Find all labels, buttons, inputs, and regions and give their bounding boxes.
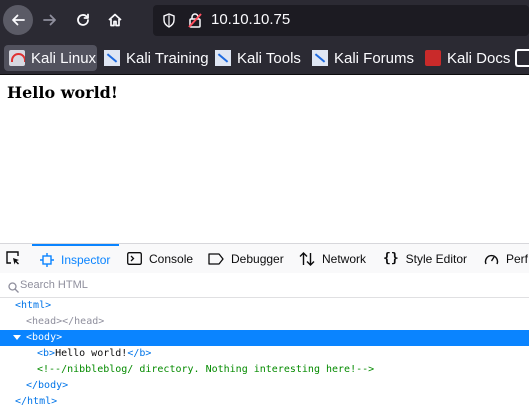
console-icon [127, 252, 142, 265]
bookmark-kali-forums[interactable]: Kali Forums [307, 45, 414, 71]
url-bar[interactable]: 10.10.10.75 [153, 5, 529, 36]
bookmark-label: Kali Forums [334, 49, 415, 67]
search-icon [8, 278, 19, 297]
docs-icon [425, 50, 441, 66]
tree-node-html-close[interactable]: </html> [0, 394, 529, 410]
bookmark-tile-icon [312, 50, 328, 66]
reload-icon [77, 13, 89, 26]
bookmarks-toolbar: Kali Linux Kali Training Kali Tools Kali… [0, 41, 529, 75]
bookmark-label: Kali Docs [447, 49, 511, 67]
bookmark-tile-icon [104, 50, 120, 66]
performance-icon [484, 252, 499, 266]
html-search-bar [0, 273, 529, 298]
tab-inspector[interactable]: Inspector [32, 244, 119, 273]
url-text[interactable]: 10.10.10.75 [211, 11, 290, 28]
tree-node-comment[interactable]: <!--/nibbleblog/ directory. Nothing inte… [0, 362, 529, 378]
tag-text: <body> [26, 332, 63, 343]
tag-text: </html> [15, 396, 58, 407]
tag-text: <head></head> [26, 316, 105, 327]
bookmark-label: Kali Training [126, 49, 209, 67]
tab-console[interactable]: Console [127, 244, 193, 273]
bookmark-kali-linux[interactable]: Kali Linux [4, 45, 97, 71]
bookmark-kali-docs[interactable]: Kali Docs [420, 45, 510, 71]
tracking-protection-shield-icon[interactable] [162, 13, 176, 32]
tab-performance[interactable]: Perf [484, 244, 528, 273]
page-heading: Hello world! [7, 83, 118, 102]
home-icon [108, 13, 122, 27]
arrow-right-icon [43, 14, 56, 26]
network-icon [299, 251, 315, 266]
bookmark-tile-icon [215, 50, 231, 66]
inspector-icon [40, 252, 54, 267]
tag-text: </body> [26, 380, 69, 391]
bookmark-kali-tools[interactable]: Kali Tools [210, 45, 301, 71]
tab-network[interactable]: Network [299, 244, 366, 273]
bookmark-label: Kali Tools [237, 49, 301, 67]
tab-debugger[interactable]: Debugger [208, 244, 284, 273]
bookmarks-overflow-icon[interactable] [515, 49, 529, 67]
bookmark-label: Kali Linux [31, 49, 97, 67]
tab-label: Debugger [231, 251, 284, 266]
devtools-panel: Inspector Console Debugger Network {} St… [0, 243, 529, 413]
comment-text: <!--/nibbleblog/ directory. Nothing inte… [37, 364, 375, 375]
tab-label: Console [149, 251, 194, 266]
tree-node-body-selected[interactable]: <body> [0, 330, 529, 346]
back-button[interactable] [3, 5, 33, 35]
expand-triangle-icon[interactable] [13, 335, 21, 340]
element-picker-icon[interactable] [5, 250, 21, 270]
navigation-toolbar: 10.10.10.75 [0, 0, 529, 41]
tag-text: </b> [127, 348, 152, 359]
devtools-tabbar: Inspector Console Debugger Network {} St… [0, 244, 529, 274]
search-html-input[interactable] [20, 276, 500, 294]
arrow-left-icon [12, 14, 25, 26]
tree-node-head[interactable]: <head></head> [0, 314, 529, 330]
forward-button[interactable] [35, 5, 65, 35]
home-button[interactable] [100, 5, 130, 35]
tab-label: Style Editor [405, 251, 468, 266]
style-editor-icon: {} [383, 251, 399, 266]
tab-label: Perf [506, 251, 529, 266]
reload-button[interactable] [68, 5, 98, 35]
kali-icon [9, 50, 25, 66]
tree-node-b[interactable]: <b>Hello world!</b> [0, 346, 529, 362]
tab-label: Network [322, 251, 367, 266]
bookmark-kali-training[interactable]: Kali Training [99, 45, 209, 71]
insecure-lock-icon[interactable] [187, 12, 203, 33]
tag-text: <html> [15, 300, 52, 311]
tree-node-html[interactable]: <html> [0, 298, 529, 314]
tree-node-body-close[interactable]: </body> [0, 378, 529, 394]
markup-tree: <html> <head></head> <body> <b>Hello wor… [0, 298, 529, 410]
text-node: Hello world! [55, 348, 128, 359]
tag-text: <b> [37, 348, 56, 359]
tab-label: Inspector [61, 252, 111, 267]
debugger-icon [208, 252, 224, 265]
tab-style-editor[interactable]: {} Style Editor [383, 244, 467, 273]
